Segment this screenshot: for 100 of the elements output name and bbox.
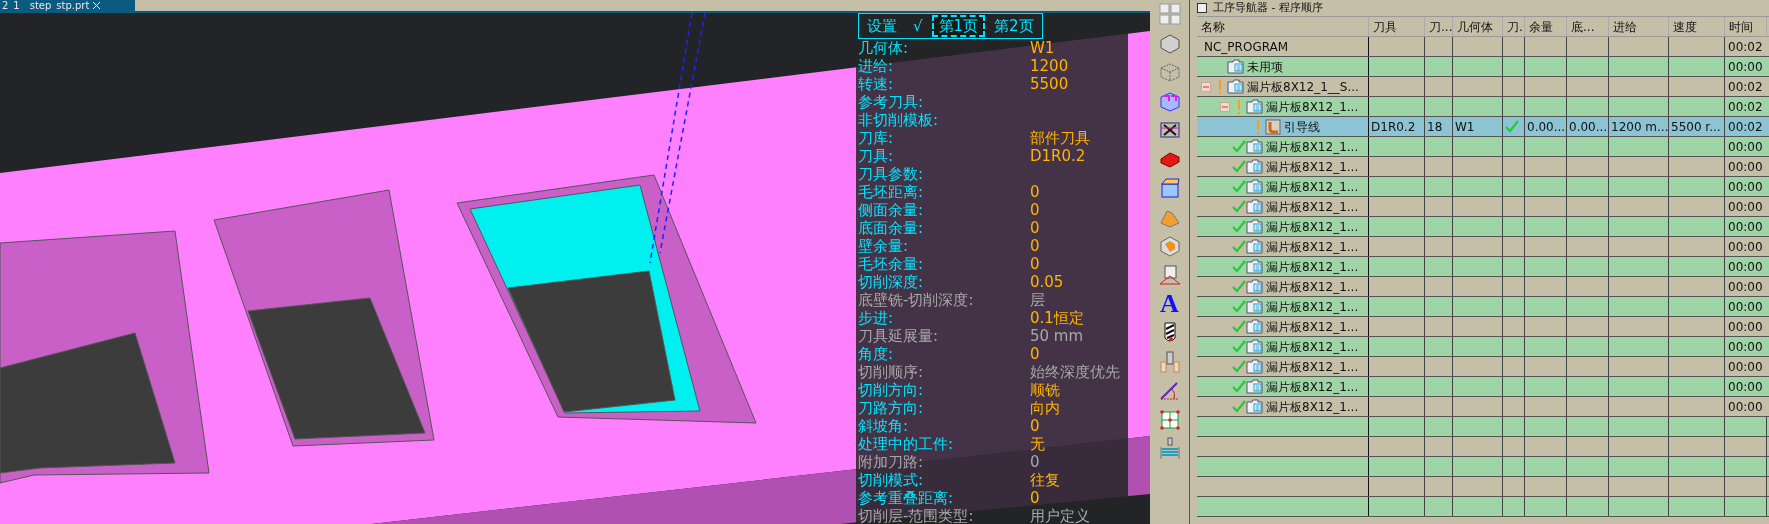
parameter-value: 0 bbox=[1030, 345, 1040, 363]
time-cell-text: 00:00 bbox=[1728, 298, 1763, 316]
column-header[interactable]: 余量 bbox=[1525, 17, 1567, 36]
parameter-label: 侧面余量: bbox=[858, 201, 925, 219]
time-cell-text: 00:02 bbox=[1728, 98, 1763, 116]
folder-icon bbox=[1227, 59, 1244, 74]
parameter-label: 附加刀路: bbox=[858, 453, 925, 471]
close-icon[interactable] bbox=[93, 2, 101, 9]
operation-row[interactable]: 漏片板8X12_1... 00:00 bbox=[1197, 337, 1769, 357]
folder-icon bbox=[1246, 399, 1263, 414]
column-header[interactable]: 几何体 bbox=[1453, 17, 1503, 36]
operation-row[interactable]: 漏片板8X12_1... 00:02 bbox=[1197, 97, 1769, 117]
measure-block-icon[interactable] bbox=[1157, 263, 1182, 287]
operation-row[interactable]: 漏片板8X12_1... 00:00 bbox=[1197, 257, 1769, 277]
operation-name: 漏片板8X12_1... bbox=[1266, 338, 1359, 356]
parameter-label: 几何体: bbox=[858, 39, 910, 57]
text-tool[interactable]: A bbox=[1160, 292, 1179, 316]
page-tab[interactable]: 第2页 bbox=[987, 15, 1041, 37]
operation-name: 漏片板8X12_1... bbox=[1266, 318, 1359, 336]
table-cell-text: 0.00... bbox=[1569, 118, 1608, 136]
operation-row[interactable]: 未用项 00:00 bbox=[1197, 57, 1769, 77]
parameter-value: D1R0.2 bbox=[1030, 147, 1086, 165]
time-cell-text: 00:02 bbox=[1728, 38, 1763, 56]
folder-icon bbox=[1246, 299, 1263, 314]
time-cell-text: 00:00 bbox=[1728, 338, 1763, 356]
collapse-icon[interactable] bbox=[1220, 101, 1230, 112]
parameter-label: 参考刀具: bbox=[858, 93, 925, 111]
parameter-value: 层 bbox=[1030, 291, 1045, 309]
parameter-label: 斜坡角: bbox=[858, 417, 910, 435]
folder-icon bbox=[1246, 359, 1263, 374]
page-tab[interactable]: 设置 bbox=[860, 15, 904, 37]
operation-row[interactable]: 漏片板8X12_1... 00:00 bbox=[1197, 297, 1769, 317]
parameter-value: 0 bbox=[1030, 237, 1040, 255]
folder-icon bbox=[1246, 239, 1263, 254]
file-tab[interactable]: 2_1__step_stp.prt bbox=[0, 0, 135, 11]
parameter-label: 切削方向: bbox=[858, 381, 925, 399]
parameter-value: 0 bbox=[1030, 219, 1040, 237]
time-cell-text: 00:00 bbox=[1728, 58, 1763, 76]
parameter-value: 始终深度优先 bbox=[1030, 363, 1120, 381]
parameter-label: 底壁铣-切削深度: bbox=[858, 291, 975, 309]
column-header[interactable]: 速度 bbox=[1669, 17, 1725, 36]
operation-row[interactable]: 漏片板8X12_1... 00:00 bbox=[1197, 177, 1769, 197]
parameter-value: 用户定义 bbox=[1030, 507, 1090, 524]
table-cell-text: W1 bbox=[1455, 118, 1475, 136]
operation-row[interactable]: 漏片板8X12_1... 00:00 bbox=[1197, 357, 1769, 377]
spring-icon[interactable] bbox=[1157, 437, 1182, 461]
parameter-label: 毛坯距离: bbox=[858, 183, 925, 201]
operation-name: 漏片板8X12_1... bbox=[1266, 138, 1359, 156]
grid-points-icon[interactable] bbox=[1157, 408, 1182, 432]
operation-row[interactable]: 漏片板8X12_1... 00:00 bbox=[1197, 137, 1769, 157]
operation-row[interactable]: 漏片板8X12_1... 00:00 bbox=[1197, 377, 1769, 397]
column-header[interactable]: 进给 bbox=[1609, 17, 1669, 36]
parameter-label: 底面余量: bbox=[858, 219, 925, 237]
parameter-value: W1 bbox=[1030, 39, 1055, 57]
operation-row[interactable]: 引导线 D1R0.2 18 W1 0.00... 0.00... 1200 m... 5500 r... 00:02 bbox=[1197, 117, 1769, 137]
operation-name: 漏片板8X12_1... bbox=[1266, 278, 1359, 296]
parameter-value: 0 bbox=[1030, 489, 1040, 507]
column-header[interactable]: 名称 bbox=[1197, 17, 1369, 36]
window-icon bbox=[1197, 3, 1207, 13]
time-cell-text: 00:00 bbox=[1728, 358, 1763, 376]
parameter-label: 毛坯余量: bbox=[858, 255, 925, 273]
page-tab[interactable]: 第1页 bbox=[931, 15, 986, 37]
corner-block-icon[interactable] bbox=[1157, 234, 1182, 258]
operation-name: 漏片板8X12_1... bbox=[1266, 98, 1359, 116]
operation-row[interactable]: 漏片板8X12_1__S... 00:02 bbox=[1197, 77, 1769, 97]
time-cell-text: 00:00 bbox=[1728, 238, 1763, 256]
operation-row[interactable]: NC_PROGRAM 00:02 bbox=[1197, 37, 1769, 57]
operation-row[interactable]: 漏片板8X12_1... 00:00 bbox=[1197, 277, 1769, 297]
page-tab[interactable]: √ bbox=[906, 15, 930, 37]
parameter-label: 切削深度: bbox=[858, 273, 925, 291]
folder-icon bbox=[1246, 179, 1263, 194]
parameter-label: 转速: bbox=[858, 75, 895, 93]
table-cell-text: 5500 r... bbox=[1671, 118, 1721, 136]
parameter-value: 1200 bbox=[1030, 57, 1069, 75]
operation-row[interactable]: 漏片板8X12_1... 00:00 bbox=[1197, 317, 1769, 337]
operation-row[interactable]: 漏片板8X12_1... 00:00 bbox=[1197, 217, 1769, 237]
operation-row[interactable]: 漏片板8X12_1... 00:00 bbox=[1197, 237, 1769, 257]
folder-icon bbox=[1246, 199, 1263, 214]
folder-icon bbox=[1246, 279, 1263, 294]
parameter-value: 0 bbox=[1030, 417, 1040, 435]
operation-icon bbox=[1265, 118, 1281, 135]
operation-row[interactable]: 漏片板8X12_1... 00:00 bbox=[1197, 397, 1769, 417]
time-cell-text: 00:00 bbox=[1728, 138, 1763, 156]
time-cell-text: 00:02 bbox=[1728, 118, 1763, 136]
column-header[interactable]: 刀具 bbox=[1369, 17, 1425, 36]
tool-holder-icon[interactable] bbox=[1157, 350, 1182, 374]
column-header[interactable]: 刀... bbox=[1425, 17, 1453, 36]
layout-grid-icon[interactable] bbox=[1157, 2, 1182, 26]
folder-icon bbox=[1246, 259, 1263, 274]
column-header[interactable]: 时间 bbox=[1725, 17, 1767, 36]
operation-row[interactable]: 漏片板8X12_1... 00:00 bbox=[1197, 197, 1769, 217]
column-header[interactable]: 刀. bbox=[1503, 17, 1525, 36]
collapse-icon[interactable] bbox=[1201, 81, 1211, 92]
column-header[interactable]: 底... bbox=[1567, 17, 1609, 36]
time-cell-text: 00:00 bbox=[1728, 378, 1763, 396]
time-cell-text: 00:00 bbox=[1728, 278, 1763, 296]
operation-row[interactable]: 漏片板8X12_1... 00:00 bbox=[1197, 157, 1769, 177]
operation-name: NC_PROGRAM bbox=[1204, 38, 1289, 56]
parameter-label: 切削顺序: bbox=[858, 363, 925, 381]
time-cell-text: 00:00 bbox=[1728, 158, 1763, 176]
